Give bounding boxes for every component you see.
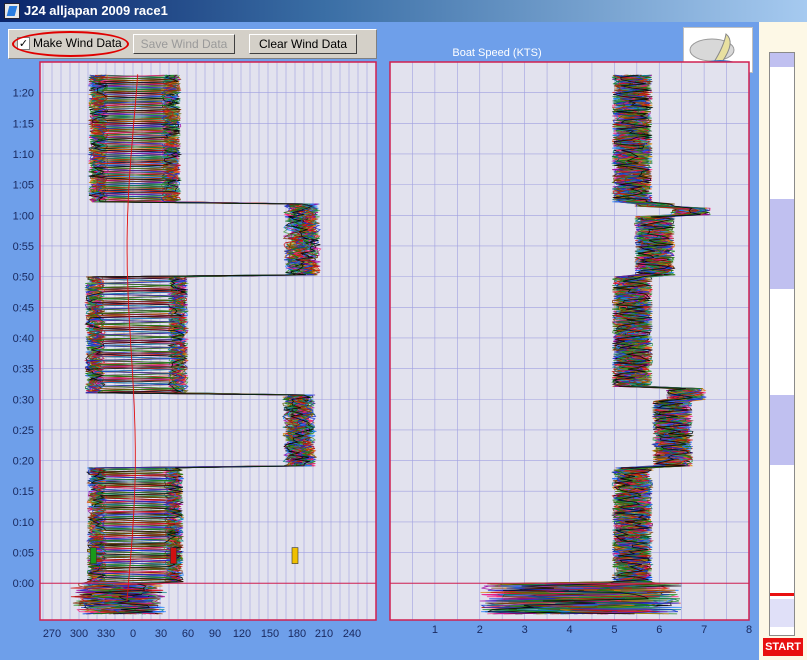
x-tick-label: 5: [611, 624, 617, 636]
y-tick-label: 0:15: [13, 486, 34, 498]
y-tick-label: 0:00: [13, 578, 34, 590]
charts-area: 0:00 0:05 0:10 0:15 0:20 0:25 0:30 0:35 0:40 0:45…: [13, 47, 752, 640]
course-mark: [170, 547, 177, 564]
course-mark: [291, 547, 299, 564]
y-tick-label: 0:45: [13, 302, 34, 314]
x-tick-label: 180: [288, 628, 306, 640]
x-tick-label: 1: [432, 624, 438, 636]
start-badge[interactable]: START: [763, 638, 803, 656]
y-tick-label: 1:20: [13, 88, 34, 100]
y-tick-label: 1:15: [13, 118, 34, 130]
timeline-bands: [770, 53, 794, 627]
timeline-scrollbar[interactable]: [769, 52, 795, 636]
x-tick-label: 0: [130, 628, 136, 640]
x-tick-label: 2: [477, 624, 483, 636]
y-tick-label: 1:05: [13, 180, 34, 192]
x-tick-label: 60: [182, 628, 194, 640]
x-tick-label: 120: [233, 628, 251, 640]
x-tick-label: 4: [566, 624, 572, 636]
x-tick-label: 30: [155, 628, 167, 640]
y-tick-label: 0:25: [13, 425, 34, 437]
x-tick-label: 3: [522, 624, 528, 636]
y-tick-label: 1:10: [13, 149, 34, 161]
x-tick-label: 6: [656, 624, 662, 636]
y-tick-label: 0:10: [13, 517, 34, 529]
boat-speed-title: Boat Speed (KTS): [452, 47, 541, 59]
y-tick-label: 0:30: [13, 394, 34, 406]
y-tick-label: 1:00: [13, 210, 34, 222]
x-tick-label: 150: [261, 628, 279, 640]
x-tick-label: 7: [701, 624, 707, 636]
x-tick-label: 300: [70, 628, 88, 640]
x-tick-label: 330: [97, 628, 115, 640]
y-tick-label: 0:05: [13, 548, 34, 560]
x-tick-label: 8: [746, 624, 752, 636]
y-tick-label: 0:35: [13, 364, 34, 376]
x-tick-label: 270: [43, 628, 61, 640]
y-tick-label: 0:40: [13, 333, 34, 345]
x-tick-label: 90: [209, 628, 221, 640]
x-tick-label: 210: [315, 628, 333, 640]
x-tick-label: 240: [343, 628, 361, 640]
app-window: J24 alljapan 2009 race1 ✓ Make Wind Data…: [0, 0, 807, 660]
y-tick-label: 0:20: [13, 456, 34, 468]
y-tick-label: 0:50: [13, 272, 34, 284]
y-tick-label: 0:55: [13, 241, 34, 253]
boat-speed-chart[interactable]: Boat Speed (KTS) 1 2 3 4 5 6 7 8: [389, 47, 752, 636]
wind-heading-chart[interactable]: 0:00 0:05 0:10 0:15 0:20 0:25 0:30 0:35 0:40 0:45…: [13, 61, 377, 640]
course-mark: [90, 547, 97, 564]
